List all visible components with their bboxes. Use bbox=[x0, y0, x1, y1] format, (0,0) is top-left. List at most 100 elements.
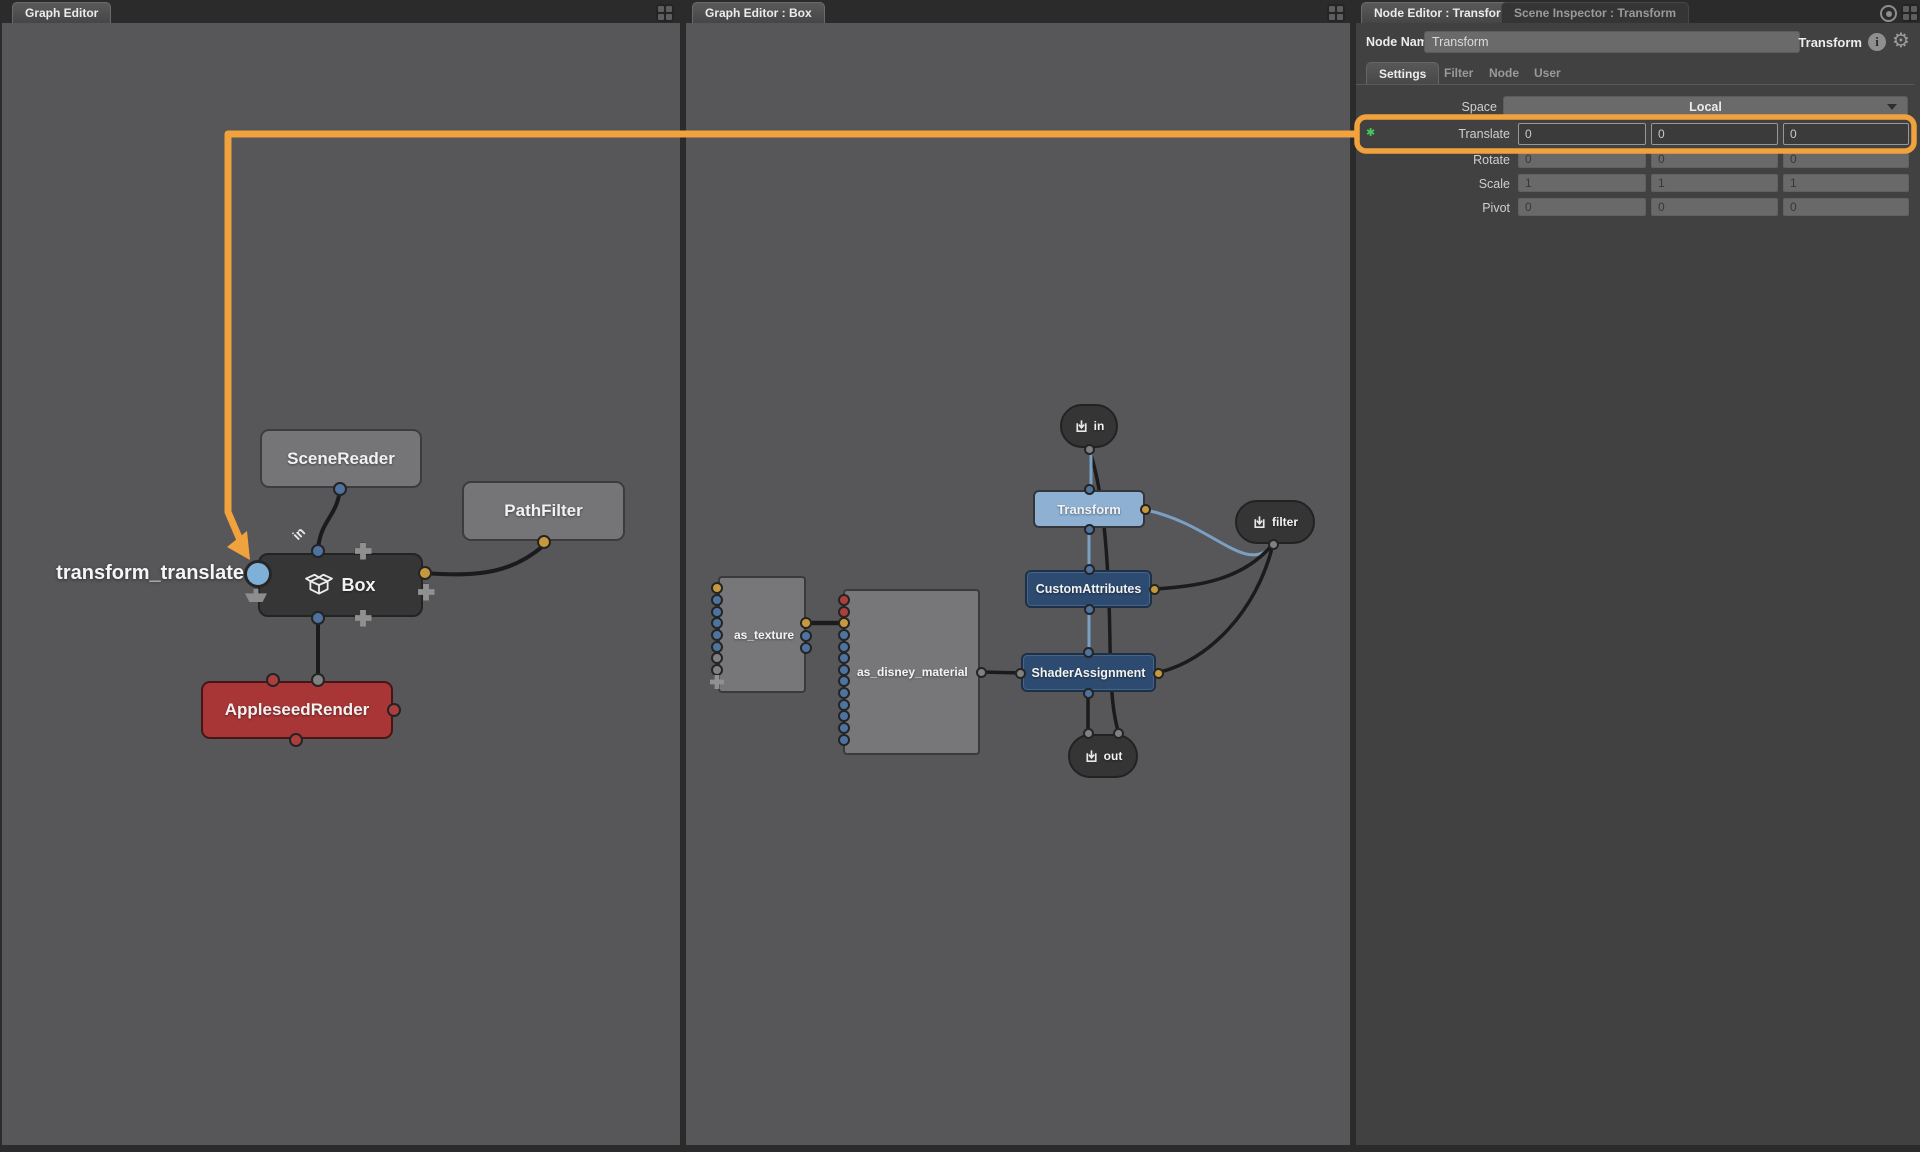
node-label: filter bbox=[1272, 515, 1298, 529]
import-arrow-icon bbox=[1074, 419, 1089, 434]
port-dot-blue[interactable] bbox=[1084, 484, 1095, 495]
port-dot-gray[interactable] bbox=[311, 673, 325, 687]
node-label: in bbox=[1094, 419, 1105, 433]
layout-grid-icon[interactable] bbox=[656, 4, 674, 22]
gear-icon[interactable]: ⚙ bbox=[1892, 32, 1910, 50]
tab-graph-editor-box[interactable]: Graph Editor : Box bbox=[692, 2, 825, 23]
port-dot-gray[interactable] bbox=[1015, 668, 1026, 679]
translate-y-field[interactable] bbox=[1651, 123, 1778, 145]
scale-x-field[interactable] bbox=[1518, 174, 1646, 192]
node-as-disney-material[interactable]: as_disney_material bbox=[843, 589, 980, 755]
tab-user[interactable]: User bbox=[1522, 62, 1573, 84]
layout-grid-icon[interactable] bbox=[1901, 4, 1919, 22]
import-arrow-icon bbox=[1084, 749, 1099, 764]
transform-translate-annotation: transform_translate bbox=[20, 562, 244, 585]
scale-label: Scale bbox=[1360, 177, 1510, 191]
node-appleseedrender[interactable]: AppleseedRender bbox=[201, 681, 393, 739]
port-dot-blue[interactable] bbox=[838, 722, 850, 734]
scale-y-field[interactable] bbox=[1651, 174, 1778, 192]
port-dot-blue[interactable] bbox=[838, 652, 850, 664]
port-dot-gray[interactable] bbox=[711, 664, 723, 676]
port-dot-blue[interactable] bbox=[838, 734, 850, 746]
port-dot-orange[interactable] bbox=[711, 582, 723, 594]
node-label: Box bbox=[341, 575, 375, 596]
pivot-y-field[interactable] bbox=[1651, 198, 1778, 216]
node-label: Transform bbox=[1057, 502, 1121, 517]
port-dot-blue[interactable] bbox=[1084, 604, 1095, 615]
port-dot-orange[interactable] bbox=[1153, 668, 1164, 679]
node-label: as_texture bbox=[734, 628, 794, 642]
node-as-texture[interactable]: as_texture bbox=[718, 576, 806, 693]
tab-scene-inspector[interactable]: Scene Inspector : Transform bbox=[1501, 2, 1689, 23]
port-dot-blue[interactable] bbox=[311, 611, 325, 625]
scale-z-field[interactable] bbox=[1783, 174, 1909, 192]
node-label: as_disney_material bbox=[857, 665, 968, 679]
port-dot-red[interactable] bbox=[387, 703, 401, 717]
space-label: Space bbox=[1360, 100, 1497, 114]
layout-grid-icon[interactable] bbox=[1327, 4, 1345, 22]
node-label: ShaderAssignment bbox=[1032, 666, 1146, 680]
pivot-x-field[interactable] bbox=[1518, 198, 1646, 216]
node-filter[interactable]: filter bbox=[1235, 500, 1315, 544]
info-icon[interactable]: i bbox=[1868, 33, 1886, 51]
pin-target-icon[interactable] bbox=[1880, 5, 1897, 22]
port-dot-gray[interactable] bbox=[711, 652, 723, 664]
port-dot-gray[interactable] bbox=[976, 667, 987, 678]
port-dot-orange[interactable] bbox=[537, 535, 551, 549]
node-scenereader[interactable]: SceneReader bbox=[260, 429, 422, 488]
port-dot-orange[interactable] bbox=[800, 617, 812, 629]
node-pathfilter[interactable]: PathFilter bbox=[462, 481, 625, 541]
tab-settings[interactable]: Settings bbox=[1366, 62, 1439, 84]
port-dot-blue[interactable] bbox=[711, 617, 723, 629]
node-transform[interactable]: Transform bbox=[1033, 490, 1145, 528]
port-dot-orange[interactable] bbox=[1140, 504, 1151, 515]
node-label: out bbox=[1104, 749, 1123, 763]
rotate-x-field[interactable] bbox=[1518, 150, 1646, 168]
port-dot-blue[interactable] bbox=[800, 630, 812, 642]
port-dot-gray[interactable] bbox=[1268, 539, 1279, 550]
port-dot-blue[interactable] bbox=[711, 629, 723, 641]
port-dot-blue[interactable] bbox=[838, 675, 850, 687]
node-customattributes[interactable]: CustomAttributes bbox=[1025, 570, 1152, 608]
port-dot-red[interactable] bbox=[838, 594, 850, 606]
port-dot-gray[interactable] bbox=[1083, 728, 1094, 739]
port-dot-orange[interactable] bbox=[1149, 584, 1160, 595]
port-dot-blue[interactable] bbox=[311, 544, 325, 558]
node-out[interactable]: out bbox=[1068, 734, 1138, 778]
port-dot-blue[interactable] bbox=[838, 629, 850, 641]
node-box[interactable]: Box bbox=[258, 553, 423, 617]
port-dot-red[interactable] bbox=[266, 673, 280, 687]
translate-label: Translate bbox=[1360, 127, 1510, 141]
rotate-y-field[interactable] bbox=[1651, 150, 1778, 168]
port-dot-orange[interactable] bbox=[418, 566, 432, 580]
translate-z-field[interactable] bbox=[1783, 123, 1909, 145]
port-dot-gray[interactable] bbox=[1084, 444, 1095, 455]
node-in[interactable]: in bbox=[1060, 404, 1118, 448]
pivot-z-field[interactable] bbox=[1783, 198, 1909, 216]
port-dot-blue[interactable] bbox=[800, 642, 812, 654]
port-dot-blue[interactable] bbox=[1083, 647, 1094, 658]
port-dot-blue[interactable] bbox=[1083, 688, 1094, 699]
translate-x-field[interactable] bbox=[1518, 123, 1646, 145]
port-dot-blue[interactable] bbox=[333, 482, 347, 496]
tab-graph-editor[interactable]: Graph Editor bbox=[12, 2, 111, 23]
rotate-z-field[interactable] bbox=[1783, 150, 1909, 168]
port-dot-blue[interactable] bbox=[838, 710, 850, 722]
box-cube-icon bbox=[305, 572, 333, 598]
node-label: CustomAttributes bbox=[1036, 582, 1142, 596]
port-dot-orange[interactable] bbox=[838, 617, 850, 629]
transform-translate-plug[interactable] bbox=[244, 560, 272, 588]
port-dot-gray[interactable] bbox=[1113, 728, 1124, 739]
port-dot-red[interactable] bbox=[289, 733, 303, 747]
space-value: Local bbox=[1689, 100, 1722, 114]
port-dot-blue[interactable] bbox=[1084, 524, 1095, 535]
space-dropdown[interactable]: Local bbox=[1503, 96, 1908, 117]
tab-divider bbox=[1356, 84, 1914, 85]
node-name-input[interactable] bbox=[1424, 31, 1800, 53]
tab-node-editor[interactable]: Node Editor : Transform bbox=[1361, 2, 1524, 23]
port-dot-blue[interactable] bbox=[838, 687, 850, 699]
port-dot-blue[interactable] bbox=[1084, 564, 1095, 575]
node-label: PathFilter bbox=[504, 501, 582, 521]
port-dot-blue[interactable] bbox=[711, 594, 723, 606]
node-shaderassignment[interactable]: ShaderAssignment bbox=[1021, 653, 1156, 692]
